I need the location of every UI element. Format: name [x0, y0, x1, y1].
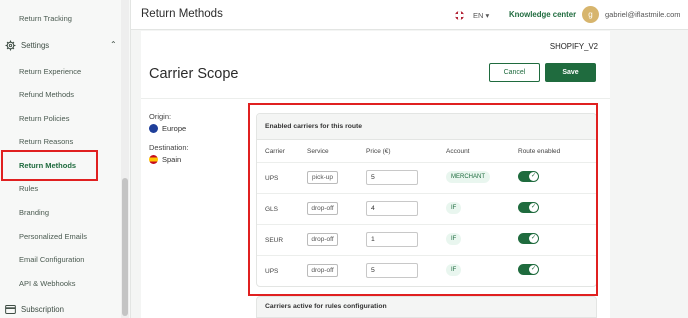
sidebar-item-rules[interactable]: Rules: [19, 184, 38, 193]
sidebar-scrollbar[interactable]: [121, 0, 129, 318]
sidebar-item-api-webhooks[interactable]: API & Webhooks: [19, 279, 76, 288]
sidebar-item-email-configuration[interactable]: Email Configuration: [19, 255, 84, 264]
sidebar-item-return-policies[interactable]: Return Policies: [19, 114, 69, 123]
user-email[interactable]: gabriel@iflastmile.com: [605, 10, 681, 19]
sidebar-item-return-reasons[interactable]: Return Reasons: [19, 137, 73, 146]
sidebar-section-settings[interactable]: Settings: [5, 40, 49, 51]
cancel-button[interactable]: Cancel: [489, 63, 540, 82]
origin-text: Europe: [162, 124, 187, 133]
destination-value: Spain: [149, 155, 181, 164]
language-selector[interactable]: EN ▾: [473, 11, 489, 20]
active-item-highlight: [1, 150, 98, 181]
rules-panel-title: Carriers active for rules configuration: [265, 303, 387, 310]
eu-flag-icon: [149, 124, 158, 133]
origin-value: Europe: [149, 124, 186, 133]
divider: [141, 98, 610, 99]
sidebar-item-subscription[interactable]: Subscription: [5, 305, 64, 314]
avatar[interactable]: g: [582, 6, 599, 23]
sidebar-item-return-tracking[interactable]: Return Tracking: [19, 14, 72, 23]
sidebar-item-label: Subscription: [21, 305, 64, 314]
destination-text: Spain: [162, 155, 182, 164]
top-bar: Return Methods EN ▾ Knowledge center g g…: [131, 0, 688, 30]
section-title: Carrier Scope: [149, 66, 239, 82]
spain-flag-icon: [149, 155, 158, 164]
sidebar-item-personalized-emails[interactable]: Personalized Emails: [19, 232, 87, 241]
carriers-highlight-box: [248, 103, 598, 296]
uk-flag-icon[interactable]: [455, 11, 464, 20]
save-button[interactable]: Save: [545, 63, 596, 82]
sidebar-item-branding[interactable]: Branding: [19, 208, 49, 217]
knowledge-center-link[interactable]: Knowledge center: [509, 10, 576, 19]
gear-icon: [5, 40, 16, 51]
rules-carriers-panel: Carriers active for rules configuration: [256, 296, 597, 318]
chevron-up-icon[interactable]: ⌃: [110, 40, 117, 49]
sidebar-section-label: Settings: [21, 41, 50, 50]
sidebar-item-refund-methods[interactable]: Refund Methods: [19, 90, 74, 99]
scrollbar-thumb[interactable]: [122, 178, 128, 316]
shop-label: SHOPIFY_V2: [549, 42, 598, 51]
destination-label: Destination:: [149, 143, 189, 152]
origin-label: Origin:: [149, 112, 172, 121]
credit-card-icon: [5, 305, 16, 314]
page-title: Return Methods: [141, 8, 223, 20]
sidebar-item-return-experience[interactable]: Return Experience: [19, 67, 81, 76]
